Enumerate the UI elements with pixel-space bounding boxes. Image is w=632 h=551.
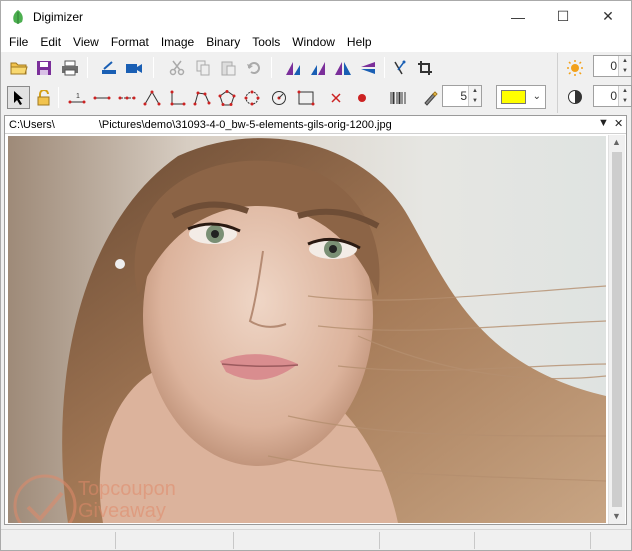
- angle-icon[interactable]: [140, 86, 163, 109]
- menu-edit[interactable]: Edit: [34, 32, 67, 52]
- status-cell-3: [234, 532, 380, 549]
- window-title: Digimizer: [33, 10, 84, 24]
- color-swatch: [501, 90, 526, 104]
- chevron-down-icon: ⌄: [532, 91, 541, 102]
- menu-file[interactable]: File: [3, 32, 34, 52]
- scroll-thumb[interactable]: [612, 152, 622, 507]
- line-width-arrows[interactable]: ▲ ▼: [468, 86, 481, 106]
- contrast-stepper[interactable]: 0 ▲ ▼: [593, 85, 632, 107]
- lock-icon[interactable]: [32, 86, 55, 109]
- right-angle-icon[interactable]: [165, 86, 188, 109]
- status-cell-4: [380, 532, 475, 549]
- close-button[interactable]: ✕: [585, 1, 631, 32]
- menu-format[interactable]: Format: [105, 32, 155, 52]
- circle-icon[interactable]: [267, 86, 290, 109]
- multi-line-icon[interactable]: [115, 86, 138, 109]
- pen-width-icon[interactable]: [418, 86, 441, 109]
- menu-help[interactable]: Help: [341, 32, 378, 52]
- adjust-panel: 0 ▲ ▼ 0 ▲ ▼: [557, 53, 632, 113]
- marker-length-icon[interactable]: 1: [65, 86, 88, 109]
- watermark-line1: Topcoupon: [78, 478, 176, 500]
- scroll-up-icon[interactable]: ▲: [612, 137, 621, 147]
- contrast-arrows[interactable]: ▲ ▼: [618, 86, 631, 106]
- flip-vertical-icon[interactable]: [356, 56, 379, 79]
- watermark-logo-icon: [13, 474, 77, 523]
- crop-icon[interactable]: [413, 56, 436, 79]
- cut-icon[interactable]: [165, 56, 188, 79]
- image-document-window: C:\Users\ \Pictures\demo\31093-4-0_bw-5-…: [4, 115, 627, 525]
- contrast-icon: [567, 89, 583, 108]
- menu-view[interactable]: View: [67, 32, 105, 52]
- menu-window[interactable]: Window: [286, 32, 341, 52]
- status-cell-1: [1, 532, 116, 549]
- maximize-button[interactable]: ☐: [540, 1, 586, 32]
- undo-icon[interactable]: [242, 56, 265, 79]
- main-toolbar: [1, 53, 556, 83]
- document-path: C:\Users\ \Pictures\demo\31093-4-0_bw-5-…: [9, 119, 392, 131]
- svg-text:1: 1: [76, 93, 80, 100]
- digimizer-leaf-icon: [13, 10, 23, 24]
- line-width-value: 5: [460, 89, 467, 103]
- document-close-button[interactable]: ✕: [614, 117, 623, 130]
- vertical-scrollbar[interactable]: ▲ ▼: [608, 135, 625, 524]
- rotate-right-icon[interactable]: [306, 56, 329, 79]
- polygon-icon[interactable]: [215, 86, 238, 109]
- closed-curve-icon[interactable]: [240, 86, 263, 109]
- document-menu-arrow[interactable]: ▼: [598, 117, 609, 129]
- copy-icon[interactable]: [191, 56, 214, 79]
- scanner-icon[interactable]: [97, 56, 120, 79]
- image-canvas[interactable]: Topcoupon Giveaway: [8, 136, 606, 523]
- dot-marker-icon[interactable]: [350, 86, 373, 109]
- status-cell-2: [116, 532, 234, 549]
- menu-image[interactable]: Image: [155, 32, 200, 52]
- watermark-line2: Giveaway: [78, 500, 166, 522]
- brightness-value: 0: [610, 59, 617, 73]
- save-icon[interactable]: [32, 56, 55, 79]
- barcode-icon[interactable]: [386, 86, 409, 109]
- title-bar[interactable]: Digimizer — ☐ ✕: [1, 1, 631, 32]
- brightness-arrows[interactable]: ▲ ▼: [618, 56, 631, 76]
- document-title-bar: C:\Users\ \Pictures\demo\31093-4-0_bw-5-…: [5, 116, 626, 134]
- status-bar: [1, 529, 631, 550]
- video-camera-icon[interactable]: [122, 56, 145, 79]
- contrast-value: 0: [610, 89, 617, 103]
- open-folder-icon[interactable]: [7, 56, 30, 79]
- watermark: Topcoupon Giveaway: [10, 474, 230, 523]
- brightness-sun-icon: [566, 59, 584, 80]
- select-arrow-icon[interactable]: [7, 86, 30, 109]
- paste-icon[interactable]: [216, 56, 239, 79]
- flip-horizontal-icon[interactable]: [331, 56, 354, 79]
- status-cell-5: [475, 532, 591, 549]
- portrait-photo: [8, 136, 606, 523]
- polyline-icon[interactable]: [190, 86, 213, 109]
- menu-bar: File Edit View Format Image Binary Tools…: [1, 32, 631, 52]
- minimize-button[interactable]: —: [495, 1, 541, 32]
- menu-binary[interactable]: Binary: [200, 32, 246, 52]
- menu-tools[interactable]: Tools: [246, 32, 286, 52]
- measurement-toolbar: 1 5 ▲ ▼: [1, 83, 556, 113]
- app-window: Digimizer — ☐ ✕ File Edit View Format Im…: [0, 0, 632, 551]
- calibrate-icon[interactable]: [388, 56, 411, 79]
- color-picker[interactable]: ⌄: [496, 85, 546, 109]
- rectangle-icon[interactable]: [294, 86, 317, 109]
- brightness-stepper[interactable]: 0 ▲ ▼: [593, 55, 632, 77]
- rotate-left-icon[interactable]: [281, 56, 304, 79]
- point-marker-icon[interactable]: [324, 86, 347, 109]
- scroll-down-icon[interactable]: ▼: [612, 511, 621, 521]
- print-icon[interactable]: [58, 56, 81, 79]
- line-icon[interactable]: [90, 86, 113, 109]
- line-width-stepper[interactable]: 5 ▲ ▼: [442, 85, 482, 107]
